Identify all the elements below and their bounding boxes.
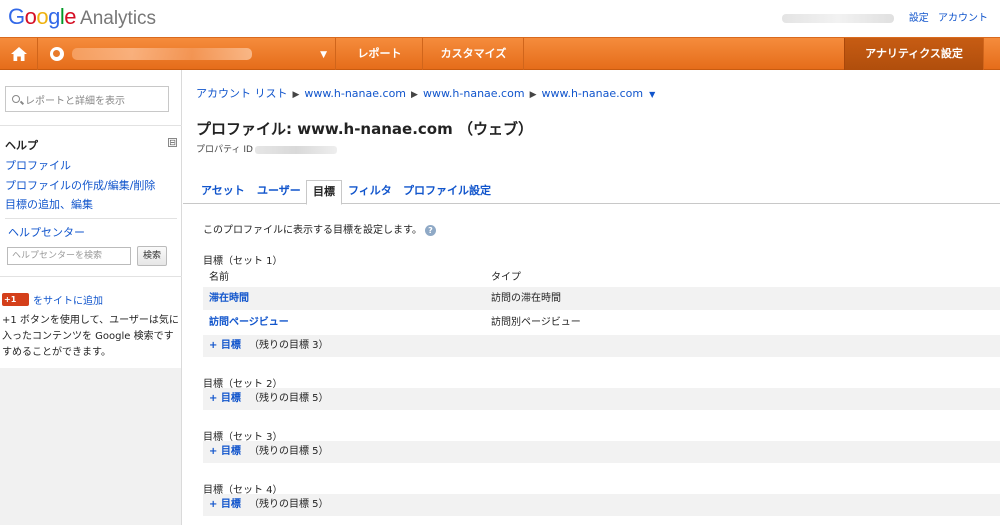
- goal-name-link[interactable]: 訪問ページビュー: [209, 311, 289, 334]
- home-button[interactable]: [0, 38, 38, 70]
- nav-tab-customize[interactable]: カスタマイズ: [424, 38, 524, 70]
- table-row: 訪問ページビュー 訪問別ページビュー: [203, 311, 1000, 334]
- goal-set-4-add-row: + 目標 （残りの目標 5）: [203, 494, 1000, 516]
- chevron-right-icon: ▶: [411, 90, 418, 100]
- add-goal-button[interactable]: + 目標: [209, 441, 241, 463]
- home-icon: [10, 47, 27, 61]
- goal-type: 訪問別ページビュー: [491, 317, 581, 328]
- goal-set-1-add-row: + 目標 （残りの目標 3）: [203, 335, 1000, 357]
- gplus-add-link[interactable]: をサイトに追加: [33, 292, 103, 307]
- profile-selector[interactable]: ▼: [40, 38, 336, 70]
- google-analytics-logo[interactable]: Google Analytics: [8, 4, 156, 30]
- help-center-link[interactable]: ヘルプセンター: [8, 224, 85, 240]
- account-link[interactable]: アカウント: [938, 13, 988, 24]
- breadcrumb-property[interactable]: www.h-nanae.com: [423, 87, 525, 100]
- property-id: プロパティ ID: [196, 142, 337, 155]
- top-bar: Google Analytics 設定 アカウント: [0, 0, 1000, 37]
- help-link-goals[interactable]: 目標の追加、編集: [5, 196, 93, 212]
- product-name: Analytics: [80, 8, 157, 29]
- goal-type: 訪問の滞在時間: [491, 293, 561, 304]
- intro-text: このプロファイルに表示する目標を設定します。?: [203, 221, 436, 236]
- profile-tabs: アセット ユーザー 目標 フィルタ プロファイル設定: [183, 175, 1000, 205]
- table-row: 滞在時間 訪問の滞在時間: [203, 287, 1000, 310]
- nav-tab-admin[interactable]: アナリティクス設定: [844, 38, 984, 70]
- column-header-name: 名前: [209, 272, 229, 283]
- breadcrumb-account[interactable]: www.h-nanae.com: [304, 87, 406, 100]
- breadcrumb: アカウント リスト ▶ www.h-nanae.com ▶ www.h-nanae.co…: [196, 85, 655, 101]
- help-icon[interactable]: ?: [425, 224, 436, 236]
- help-center-search-input[interactable]: ヘルプセンターを検索: [7, 247, 131, 265]
- breadcrumb-profile[interactable]: www.h-nanae.com: [541, 87, 643, 100]
- help-link-profile[interactable]: プロファイル: [5, 157, 71, 173]
- property-id-redacted: [254, 145, 337, 154]
- settings-link[interactable]: 設定: [909, 13, 929, 24]
- remaining-goals: （残りの目標 5）: [249, 446, 329, 457]
- help-title: ヘルプ: [5, 139, 38, 152]
- breadcrumb-account-list[interactable]: アカウント リスト: [196, 87, 288, 100]
- user-email-redacted: [781, 13, 894, 23]
- remaining-goals: （残りの目標 3）: [249, 340, 329, 351]
- report-search-placeholder: レポートと詳細を表示: [25, 95, 125, 107]
- main-content: アカウント リスト ▶ www.h-nanae.com ▶ www.h-nanae.co…: [183, 70, 1000, 525]
- profile-name-redacted: [72, 48, 252, 60]
- page-title: プロファイル: www.h-nanae.com （ウェブ）: [196, 120, 533, 138]
- remaining-goals: （残りの目標 5）: [249, 393, 329, 404]
- tab-profile-settings[interactable]: プロファイル設定: [397, 180, 497, 204]
- chevron-right-icon: ▶: [529, 90, 537, 100]
- tab-users[interactable]: ユーザー: [251, 180, 307, 204]
- column-header-type: タイプ: [491, 272, 521, 283]
- collapse-icon[interactable]: ⊟: [168, 138, 177, 147]
- nav-tab-report[interactable]: レポート: [337, 38, 423, 70]
- add-goal-button[interactable]: + 目標: [209, 335, 241, 357]
- divider: [0, 125, 182, 126]
- tab-assets[interactable]: アセット: [195, 180, 251, 204]
- gplus-one-icon[interactable]: +1: [2, 293, 29, 306]
- divider: [5, 218, 177, 219]
- chevron-down-icon: ▼: [320, 50, 327, 60]
- help-link-profile-edit[interactable]: プロファイルの作成/編集/削除: [5, 177, 155, 193]
- sidebar: レポートと詳細を表示 ヘルプ ⊟ プロファイル プロファイルの作成/編集/削除 …: [0, 70, 182, 525]
- gplus-description: +1 ボタンを使用して、ユーザーは気に入ったコンテンツを Google 検索です…: [2, 315, 179, 358]
- main-nav: ▼ レポート カスタマイズ アナリティクス設定: [0, 37, 1000, 70]
- sidebar-filler: [0, 368, 181, 525]
- chevron-right-icon: ▶: [292, 90, 300, 100]
- add-goal-button[interactable]: + 目標: [209, 388, 241, 410]
- tab-filters[interactable]: フィルタ: [342, 180, 398, 204]
- add-goal-button[interactable]: + 目標: [209, 494, 241, 516]
- chevron-down-icon[interactable]: ▼: [649, 90, 655, 99]
- tab-goals[interactable]: 目標: [306, 180, 342, 205]
- search-icon: [12, 95, 20, 103]
- user-links: 設定 アカウント: [781, 9, 988, 24]
- remaining-goals: （残りの目標 5）: [249, 499, 329, 510]
- goal-name-link[interactable]: 滞在時間: [209, 287, 249, 310]
- divider: [0, 276, 182, 277]
- report-search-input[interactable]: レポートと詳細を表示: [5, 86, 169, 112]
- globe-icon: [50, 47, 64, 61]
- goal-set-2-add-row: + 目標 （残りの目標 5）: [203, 388, 1000, 410]
- help-search-button[interactable]: 検索: [137, 246, 167, 266]
- goal-set-3-add-row: + 目標 （残りの目標 5）: [203, 441, 1000, 463]
- goal-set-1-title: 目標（セット 1）: [203, 256, 283, 267]
